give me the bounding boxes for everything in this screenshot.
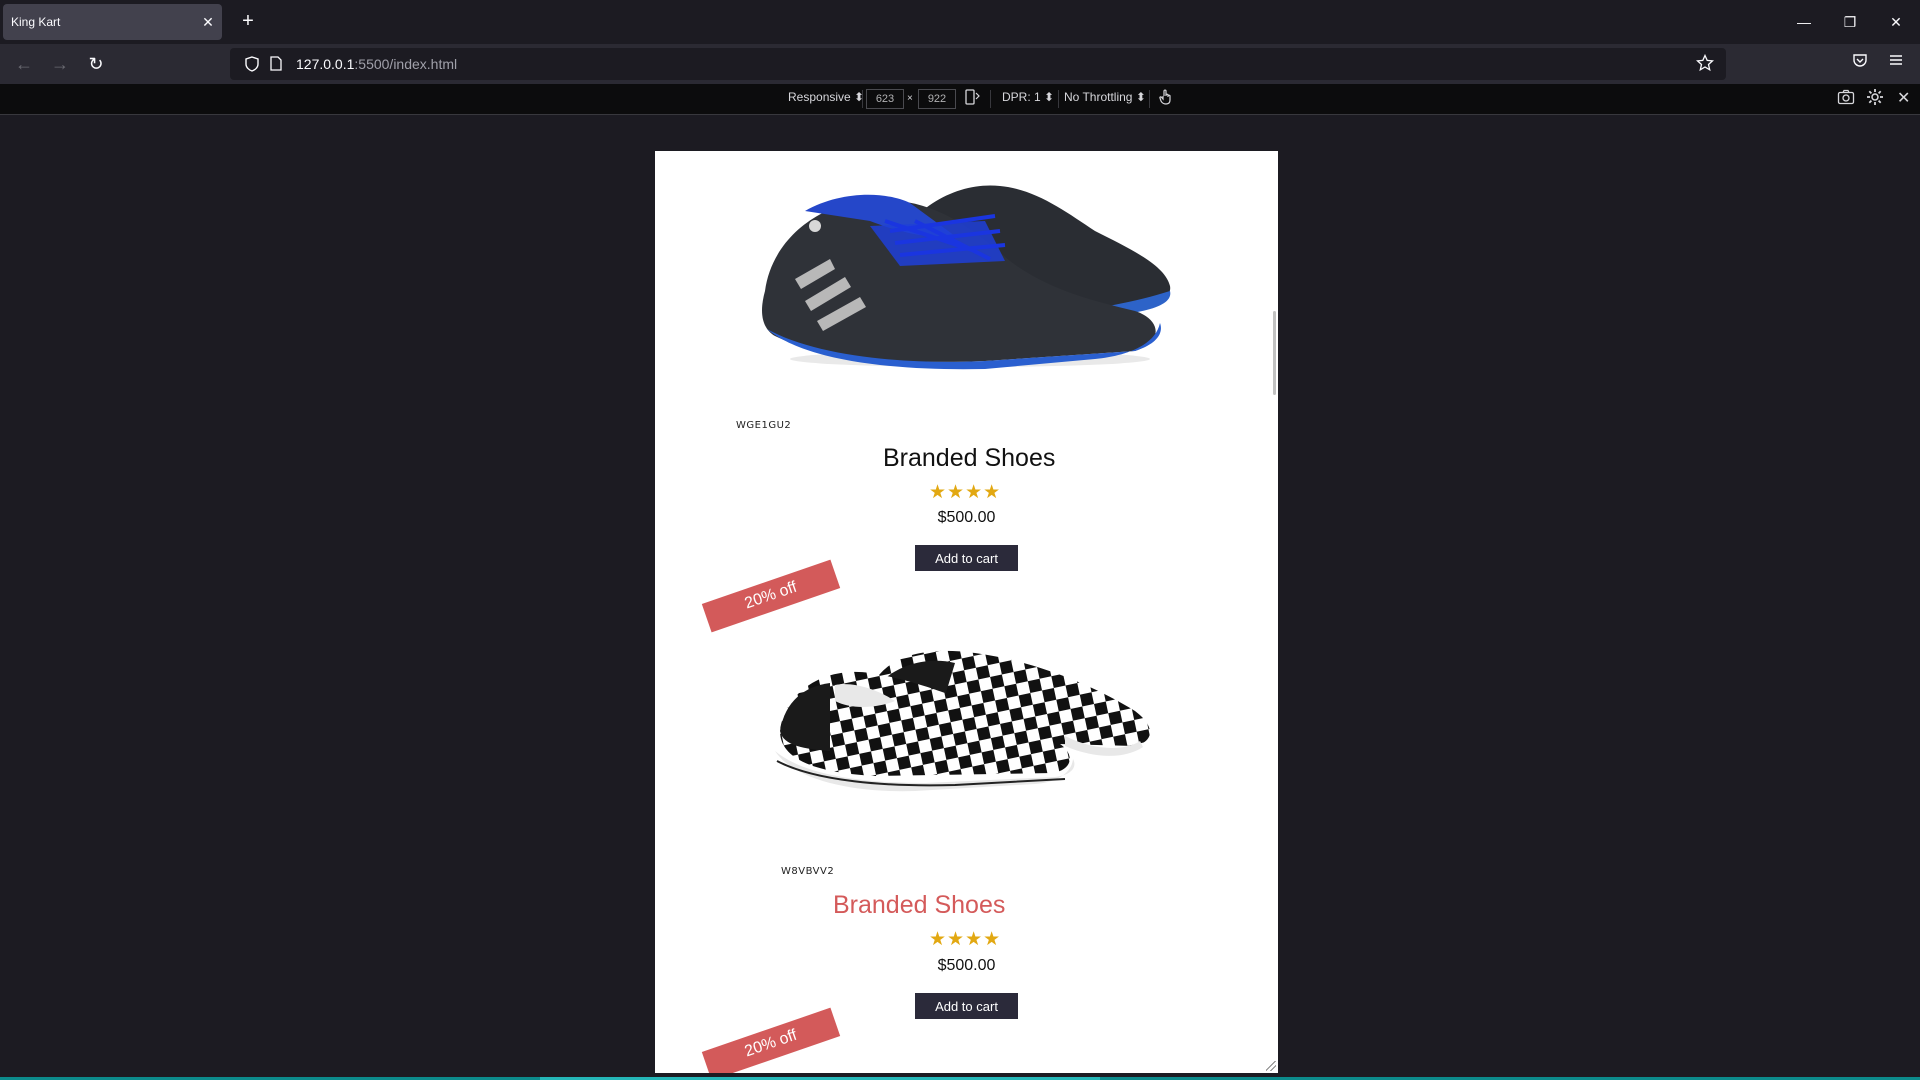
touch-simulation-icon[interactable] <box>1158 88 1174 109</box>
minimize-button[interactable]: — <box>1784 8 1824 36</box>
product-price: $500.00 <box>937 957 996 974</box>
product-sku: W8VBVV2 <box>781 866 835 877</box>
throttling-selector[interactable]: No Throttling ⬍ <box>1064 90 1146 104</box>
viewport-resize-handle[interactable] <box>1266 1061 1276 1071</box>
forward-button[interactable]: → <box>46 50 74 78</box>
bookmark-star-icon[interactable] <box>1695 53 1715 77</box>
toolbar-divider <box>1149 90 1150 108</box>
toolbar-divider <box>1058 90 1059 108</box>
scrollbar[interactable] <box>1273 311 1276 395</box>
product-price: $500.00 <box>937 509 996 526</box>
reload-button[interactable]: ↻ <box>82 50 110 78</box>
restore-button[interactable]: ❐ <box>1830 8 1870 36</box>
add-to-cart-button[interactable]: Add to cart <box>915 545 1018 571</box>
rotate-viewport-icon[interactable] <box>964 88 980 109</box>
back-button[interactable]: ← <box>10 50 38 78</box>
product-title[interactable]: Branded Shoes <box>833 891 1005 920</box>
pocket-icon[interactable] <box>1846 50 1874 78</box>
shield-icon[interactable] <box>244 56 260 72</box>
device-selector[interactable]: Responsive ⬍ <box>788 90 864 104</box>
rating-stars: ★★★★ <box>929 929 1002 950</box>
viewport-width-input[interactable]: 623 <box>866 89 904 109</box>
navigation-bar: ← → ↻ 127.0.0.1:5500/index.html <box>0 44 1920 84</box>
close-rdm-icon[interactable]: ✕ <box>1897 88 1910 108</box>
url-host: 127.0.0.1 <box>296 56 355 72</box>
settings-gear-icon[interactable] <box>1866 88 1884 109</box>
url-text[interactable]: 127.0.0.1:5500/index.html <box>296 56 457 72</box>
screenshot-icon[interactable] <box>1837 89 1855 108</box>
product-card: WGE1GU2 Branded Shoes ★★★★ $500.00 Add t… <box>655 151 1278 633</box>
tab-king-kart[interactable]: King Kart ✕ <box>3 4 222 40</box>
tab-title: King Kart <box>11 15 61 29</box>
dpr-selector[interactable]: DPR: 1 ⬍ <box>1002 90 1054 104</box>
toolbar-divider <box>862 90 863 108</box>
tab-close-icon[interactable]: ✕ <box>194 14 222 31</box>
url-path: :5500/index.html <box>354 56 458 72</box>
product-image-sneaker[interactable] <box>655 151 1278 381</box>
url-bar[interactable]: 127.0.0.1:5500/index.html <box>230 48 1726 80</box>
tab-strip: King Kart ✕ + — ❐ ✕ <box>0 0 1920 44</box>
product-image-slip-on[interactable] <box>655 601 1278 831</box>
product-title[interactable]: Branded Shoes <box>883 444 1055 473</box>
rating-stars: ★★★★ <box>929 482 1002 503</box>
page-viewport: WGE1GU2 Branded Shoes ★★★★ $500.00 Add t… <box>655 151 1278 1073</box>
discount-badge: 20% off <box>701 1007 841 1073</box>
product-card: W8VBVV2 Branded Shoes ★★★★ $500.00 Add t… <box>655 601 1278 1073</box>
page-icon <box>268 56 284 72</box>
add-to-cart-button[interactable]: Add to cart <box>915 993 1018 1019</box>
new-tab-button[interactable]: + <box>234 8 262 36</box>
dimension-separator: × <box>907 93 913 104</box>
hamburger-menu-icon[interactable] <box>1882 50 1910 78</box>
close-window-button[interactable]: ✕ <box>1876 8 1916 36</box>
toolbar-divider <box>990 90 991 108</box>
viewport-height-input[interactable]: 922 <box>918 89 956 109</box>
responsive-design-toolbar: Responsive ⬍ 623 × 922 DPR: 1 ⬍ No Throt… <box>0 84 1920 115</box>
product-sku: WGE1GU2 <box>736 420 792 431</box>
